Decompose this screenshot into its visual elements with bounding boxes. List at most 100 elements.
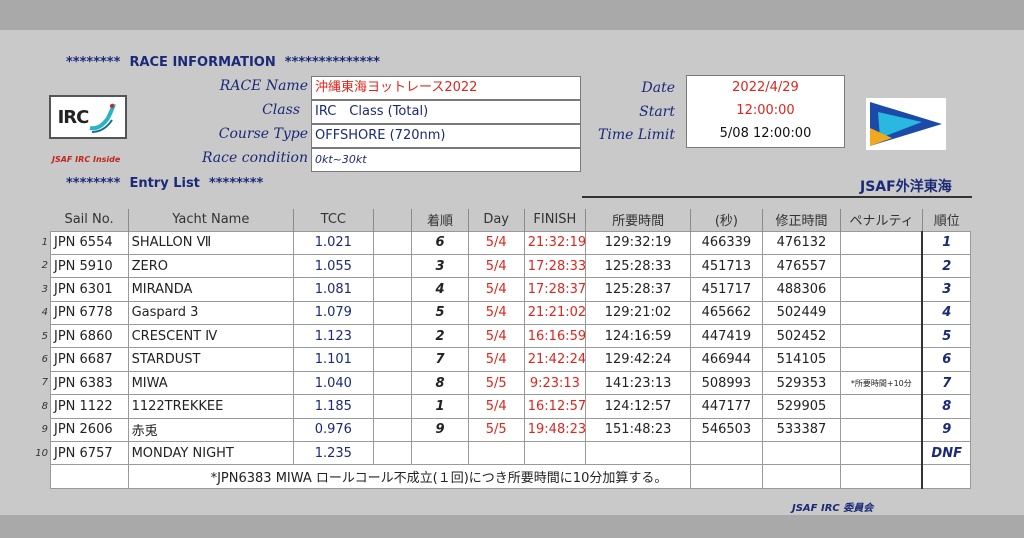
cell-day	[467, 441, 525, 466]
cell-tcc: 1.079	[293, 300, 374, 326]
cell-day: 5/4	[467, 300, 525, 326]
cell-finish: 21:21:02	[523, 300, 587, 326]
cell-rank: DNF	[921, 441, 972, 466]
condition-label: Race condition	[201, 150, 308, 166]
table-row: JPN 2606 赤兎 0.976 9 5/5 19:48:23 151:48:23 5465…	[50, 417, 972, 443]
row-number: 1	[41, 237, 48, 248]
cell-rank: 4	[921, 300, 972, 326]
cell-sec: 546503	[690, 417, 763, 443]
cell-elapsed: 124:12:57	[584, 394, 692, 419]
cell-corr: 488306	[761, 277, 842, 302]
cell-pen: *所要時間+10分	[840, 370, 923, 396]
race-name-label: RACE Name	[219, 78, 308, 94]
cell-order	[411, 441, 469, 466]
cell-sail: JPN 6860	[50, 324, 129, 349]
irc-wave-icon	[89, 103, 117, 133]
irc-logo-icon: IRC	[49, 95, 127, 139]
class-label: Class	[262, 102, 300, 118]
cell-name: ZERO	[127, 253, 295, 279]
cell-finish: 16:16:59	[523, 324, 587, 349]
race-info-title: ******** RACE INFORMATION **************	[66, 55, 380, 70]
row-number: 3	[41, 283, 48, 295]
row-number: 10	[35, 447, 48, 459]
row-number: 6	[41, 354, 48, 365]
cell-order: 1	[411, 394, 469, 419]
cell-corr: 514105	[761, 347, 842, 372]
cell-pen	[840, 230, 923, 255]
cell-elapsed: 125:28:33	[584, 253, 692, 279]
start-label: Start	[639, 104, 675, 120]
column-header: Sail No.	[50, 209, 129, 231]
cell-name: MIRANDA	[127, 277, 295, 302]
cell-day: 5/4	[467, 394, 525, 419]
cell-pen	[840, 324, 923, 349]
cell-finish: 21:42:24	[523, 347, 587, 372]
class-value: IRC Class (Total)	[311, 100, 581, 124]
cell-elapsed: 129:42:24	[584, 347, 692, 372]
row-number: 5	[41, 330, 48, 342]
cell-tcc: 1.101	[293, 347, 374, 372]
course-value: OFFSHORE (720nm)	[311, 124, 581, 148]
cell-order: 9	[411, 417, 469, 443]
cell-order: 2	[411, 324, 469, 349]
cell-blank	[372, 300, 413, 326]
cell-corr: 476132	[761, 230, 842, 255]
cell-order: 5	[411, 300, 469, 326]
cell-blank	[372, 347, 413, 372]
column-header: 所要時間	[584, 209, 691, 231]
cell-pen	[840, 300, 923, 326]
results-table: Sail No. Yacht Name TCC 着順 Day FINISH 所要時間 (秒) 修…	[50, 209, 972, 489]
table-row: JPN 1122 1122TREKKEE 1.185 1 5/4 16:12:57 124:…	[50, 394, 972, 419]
cell-pen	[840, 253, 923, 279]
org-underline	[582, 196, 972, 198]
cell-name: MONDAY NIGHT	[127, 441, 295, 466]
cell-blank	[372, 441, 413, 466]
cell-name: Gaspard 3	[127, 300, 295, 326]
row-number: 9	[41, 424, 48, 436]
cell-tcc: 1.123	[293, 324, 374, 349]
cell-day: 5/5	[467, 417, 525, 443]
course-label: Course Type	[218, 126, 308, 142]
column-header: 修正時間	[761, 209, 841, 231]
table-row: JPN 6757 MONDAY NIGHT 1.235 DNF	[50, 441, 972, 466]
date-value: 2022/4/29	[732, 80, 799, 95]
cell-corr: 502449	[761, 300, 842, 326]
cell-corr: 529905	[761, 394, 842, 419]
cell-blank	[372, 277, 413, 302]
cell-sail: JPN 2606	[50, 417, 129, 443]
cell-day: 5/4	[467, 324, 525, 349]
cell-sail: JPN 1122	[50, 394, 129, 419]
note-empty-cell	[761, 464, 842, 489]
cell-day: 5/5	[467, 370, 525, 396]
cell-pen	[840, 347, 923, 372]
condition-value: 0kt~30kt	[311, 148, 581, 172]
cell-order: 7	[411, 347, 469, 372]
cell-elapsed: 129:32:19	[584, 230, 692, 255]
cell-finish: 17:28:33	[523, 253, 587, 279]
cell-tcc: 1.055	[293, 253, 374, 279]
cell-day: 5/4	[467, 253, 525, 279]
row-number: 8	[41, 400, 48, 412]
cell-tcc: 1.081	[293, 277, 374, 302]
cell-corr	[761, 441, 842, 466]
date-box: 2022/4/29 12:00:00 5/08 12:00:00	[686, 75, 845, 148]
note-empty-cell	[921, 464, 972, 489]
table-row: JPN 6778 Gaspard 3 1.079 5 5/4 21:21:02 129:21…	[50, 300, 972, 326]
table-header: Sail No. Yacht Name TCC 着順 Day FINISH 所要時間 (秒) 修…	[50, 209, 971, 231]
cell-sec: 508993	[690, 370, 763, 396]
table-row: JPN 6554 SHALLON Ⅶ 1.021 6 5/4 21:32:19 129:32…	[50, 230, 972, 255]
cell-sec: 451713	[690, 253, 763, 279]
cell-sec: 447177	[690, 394, 763, 419]
cell-elapsed: 151:48:23	[584, 417, 692, 443]
cell-corr: 476557	[761, 253, 842, 279]
cell-sail: JPN 6778	[50, 300, 129, 326]
cell-blank	[372, 394, 413, 419]
cell-blank	[372, 324, 413, 349]
cell-order: 8	[411, 370, 469, 396]
cell-blank	[372, 230, 413, 255]
cell-sail: JPN 6301	[50, 277, 129, 302]
org-name: JSAF外洋東海	[860, 179, 952, 195]
column-header: 着順	[411, 209, 469, 231]
table-row: JPN 6301 MIRANDA 1.081 4 5/4 17:28:37 125:28:3…	[50, 277, 972, 302]
cell-sail: JPN 5910	[50, 253, 129, 279]
